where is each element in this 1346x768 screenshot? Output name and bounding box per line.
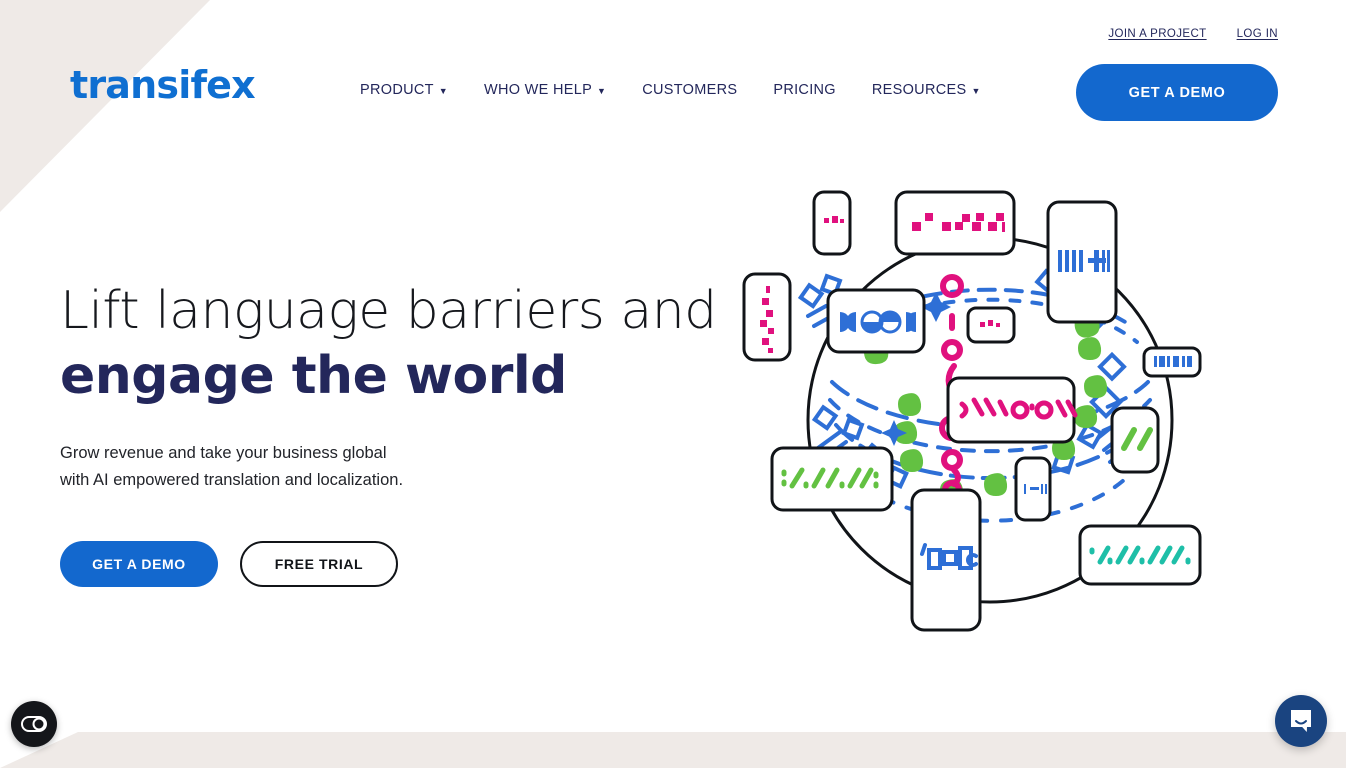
main-navigation: PRODUCT ▼ WHO WE HELP ▼ CUSTOMERS PRICIN… [360,82,981,98]
transifex-logo[interactable]: transifex [70,66,256,104]
join-a-project-link[interactable]: JOIN A PROJECT [1108,28,1206,40]
hero-headline-line-1: Lift language barriers and [60,281,717,341]
hero-headline-line-2: engage the world [60,345,567,406]
hero-subheadline-line-2: with AI empowered translation and locali… [60,471,404,490]
chat-bubble-icon [1291,710,1311,732]
chat-widget-button[interactable] [1275,695,1327,747]
nav-item-resources-label: RESOURCES [871,82,967,98]
nav-item-customers-label: CUSTOMERS [642,82,738,98]
log-in-link[interactable]: LOG IN [1237,28,1278,40]
utility-links: JOIN A PROJECT LOG IN [1108,28,1278,40]
nav-item-who-we-help[interactable]: WHO WE HELP ▼ [484,82,606,98]
page-root: JOIN A PROJECT LOG IN transifex PRODUCT … [0,0,1346,768]
accessibility-widget-button[interactable] [11,701,57,747]
chevron-down-icon: ▼ [438,85,449,96]
nav-item-pricing-label: PRICING [773,82,836,98]
hero-button-group: GET A DEMO FREE TRIAL [60,540,700,587]
chevron-down-icon: ▼ [971,85,981,96]
hero-content: Lift language barriers and engage the wo… [60,281,717,587]
decorative-bottom-band [0,732,1346,768]
hero-free-trial-button[interactable]: FREE TRIAL [240,540,398,587]
nav-item-product-label: PRODUCT [360,82,434,98]
header-get-a-demo-button[interactable]: GET A DEMO [1076,64,1278,121]
hero-subheadline: Grow revenue and take your business glob… [60,440,700,495]
chevron-down-icon: ▼ [597,85,607,96]
nav-item-pricing[interactable]: PRICING [773,82,836,98]
nav-item-customers[interactable]: CUSTOMERS [642,82,737,98]
nav-item-who-we-help-label: WHO WE HELP [484,82,593,98]
nav-item-product[interactable]: PRODUCT ▼ [360,82,448,98]
utility-bar: JOIN A PROJECT LOG IN [0,0,1346,56]
nav-item-resources[interactable]: RESOURCES ▼ [872,82,981,98]
site-header: transifex PRODUCT ▼ WHO WE HELP ▼ CUSTOM… [0,56,1346,146]
hero-get-a-demo-button[interactable]: GET A DEMO [60,540,218,587]
hero-subheadline-line-1: Grow revenue and take your business glob… [60,443,387,462]
global-languages-illustration [700,170,1320,670]
accessibility-toggle-icon [21,716,47,732]
